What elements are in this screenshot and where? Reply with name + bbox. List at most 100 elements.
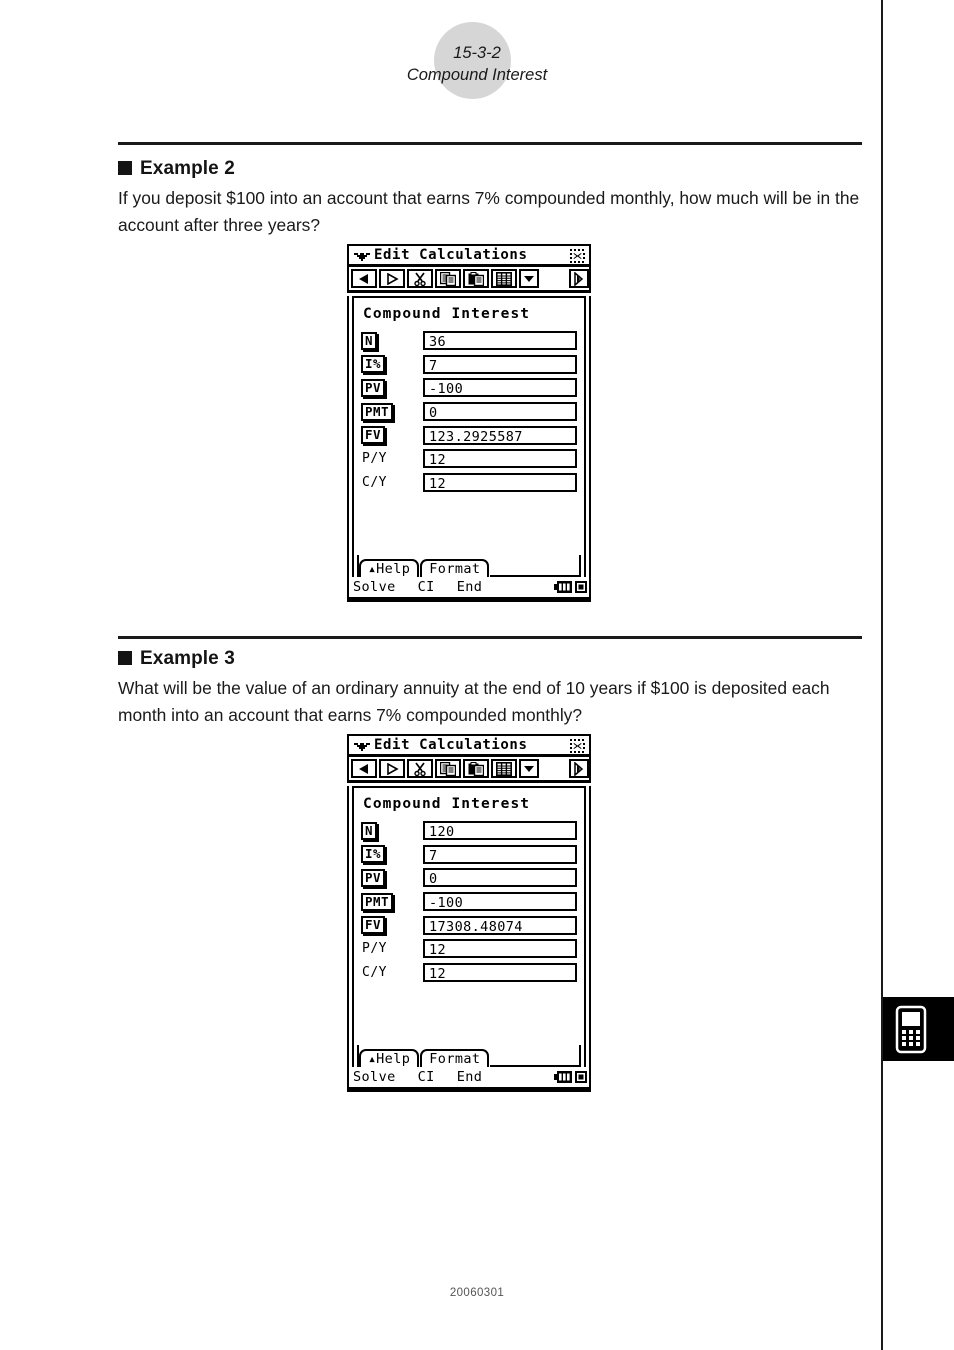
field-value-pv[interactable]: -100 [423, 378, 577, 398]
calc2-panel: Compound Interest N 120 I% 7 PV 0 PMT -1… [352, 786, 586, 1067]
paste-icon[interactable] [463, 269, 489, 288]
square-indicator-icon [575, 581, 587, 593]
field-row-pmt: PMT -100 [361, 890, 577, 914]
field-label-fv[interactable]: FV [361, 426, 423, 445]
field-row-n: N 36 [361, 329, 577, 353]
field-label-n[interactable]: N [361, 821, 423, 840]
page-header: 15-3-2 Compound Interest [0, 42, 954, 86]
page-footer: 20060301 [449, 1287, 505, 1299]
calc1-title: Edit Calculations [374, 247, 528, 263]
divider-rule-middle [118, 636, 862, 639]
bullet-square-icon [118, 651, 132, 665]
calc1-panel-title: Compound Interest [363, 306, 531, 322]
close-icon[interactable] [570, 248, 585, 263]
bat-menu-icon[interactable] [354, 739, 370, 752]
next-page-icon[interactable] [569, 269, 589, 288]
field-label-pv[interactable]: PV [361, 378, 423, 397]
field-value-pv[interactable]: 0 [423, 868, 577, 888]
status-calc-type: CI [417, 579, 435, 595]
copy-icon[interactable] [435, 269, 461, 288]
paste-icon[interactable] [463, 759, 489, 778]
calc1-titlebar: Edit Calculations [347, 244, 591, 267]
tab-help[interactable]: ▴Help [359, 1049, 420, 1067]
field-value-pmt[interactable]: -100 [423, 892, 577, 912]
status-payment: End [456, 579, 483, 595]
calc2-titlebar: Edit Calculations [347, 734, 591, 757]
field-value-n[interactable]: 36 [423, 331, 577, 351]
field-value-i[interactable]: 7 [423, 844, 577, 864]
calc1-panel: Compound Interest N 36 I% 7 PV -100 PMT … [352, 296, 586, 577]
field-label-pmt[interactable]: PMT [361, 892, 423, 911]
back-arrow-icon[interactable] [351, 759, 377, 778]
field-value-cy[interactable]: 12 [423, 962, 577, 982]
table-grid-icon[interactable] [491, 759, 517, 778]
field-row-i: I% 7 [361, 353, 577, 377]
calc2-title: Edit Calculations [374, 737, 528, 753]
example-2-body: If you deposit $100 into an account that… [118, 188, 860, 235]
dropdown-arrow-icon[interactable] [519, 269, 539, 288]
status-mode: Solve [353, 1069, 396, 1085]
square-indicator-icon [575, 1071, 587, 1083]
field-row-pv: PV 0 [361, 866, 577, 890]
example-2-heading-label: Example 2 [140, 158, 235, 179]
calc2-statusbar: Solve CI End [349, 1067, 589, 1090]
field-value-pmt[interactable]: 0 [423, 402, 577, 422]
example-3-heading: Example 3 [118, 648, 235, 670]
field-label-pv[interactable]: PV [361, 868, 423, 887]
next-page-icon[interactable] [569, 759, 589, 778]
calc2-body: Compound Interest N 120 I% 7 PV 0 PMT -1… [347, 786, 591, 1092]
copy-icon[interactable] [435, 759, 461, 778]
bullet-square-icon [118, 161, 132, 175]
calc1-toolbar [347, 267, 591, 293]
field-value-py[interactable]: 12 [423, 939, 577, 959]
field-row-fv: FV 17308.48074 [361, 913, 577, 937]
example-3-heading-label: Example 3 [140, 648, 235, 669]
field-label-cy: C/Y [362, 964, 387, 980]
field-label-fv[interactable]: FV [361, 916, 423, 935]
calculator-device-icon [895, 1005, 927, 1054]
margin-rule-right [881, 0, 883, 1350]
field-row-cy: C/Y 12 [361, 961, 577, 985]
forward-arrow-icon[interactable] [379, 759, 405, 778]
example-2-heading: Example 2 [118, 158, 235, 180]
field-value-n[interactable]: 120 [423, 821, 577, 841]
cut-scissors-icon[interactable] [407, 269, 433, 288]
calculator-screenshot-2: Edit Calculations Compound Interest N 12… [347, 734, 591, 1092]
field-value-py[interactable]: 12 [423, 449, 577, 469]
tab-format[interactable]: Format [420, 559, 490, 577]
field-row-cy: C/Y 12 [361, 471, 577, 495]
example-3-body: What will be the value of an ordinary an… [118, 678, 830, 725]
field-label-i[interactable]: I% [361, 355, 423, 374]
back-arrow-icon[interactable] [351, 269, 377, 288]
calc1-body: Compound Interest N 36 I% 7 PV -100 PMT … [347, 296, 591, 602]
tab-format[interactable]: Format [420, 1049, 490, 1067]
document-page: 15-3-2 Compound Interest Example 2 If yo… [0, 0, 954, 1350]
calc2-tabbar: ▴Help Format [357, 1045, 581, 1067]
divider-rule-top [118, 142, 862, 145]
tab-help[interactable]: ▴Help [359, 559, 420, 577]
field-label-n[interactable]: N [361, 331, 423, 350]
close-icon[interactable] [570, 738, 585, 753]
battery-icon [554, 581, 573, 593]
forward-arrow-icon[interactable] [379, 269, 405, 288]
table-grid-icon[interactable] [491, 269, 517, 288]
cut-scissors-icon[interactable] [407, 759, 433, 778]
bat-menu-icon[interactable] [354, 249, 370, 262]
field-row-py: P/Y 12 [361, 447, 577, 471]
field-label-cy: C/Y [362, 474, 387, 490]
field-value-i[interactable]: 7 [423, 354, 577, 374]
field-row-fv: FV 123.2925587 [361, 423, 577, 447]
field-label-i[interactable]: I% [361, 845, 423, 864]
status-payment: End [456, 1069, 483, 1085]
field-value-fv[interactable]: 17308.48074 [423, 915, 577, 935]
field-value-cy[interactable]: 12 [423, 472, 577, 492]
section-number: 15-3-2 [453, 44, 501, 62]
calc1-tabbar: ▴Help Format [357, 555, 581, 577]
calc2-panel-title: Compound Interest [363, 796, 531, 812]
chapter-thumb-tab[interactable] [883, 997, 954, 1061]
calc1-statusbar: Solve CI End [349, 577, 589, 600]
dropdown-arrow-icon[interactable] [519, 759, 539, 778]
field-value-fv[interactable]: 123.2925587 [423, 425, 577, 445]
field-row-pv: PV -100 [361, 376, 577, 400]
field-label-pmt[interactable]: PMT [361, 402, 423, 421]
